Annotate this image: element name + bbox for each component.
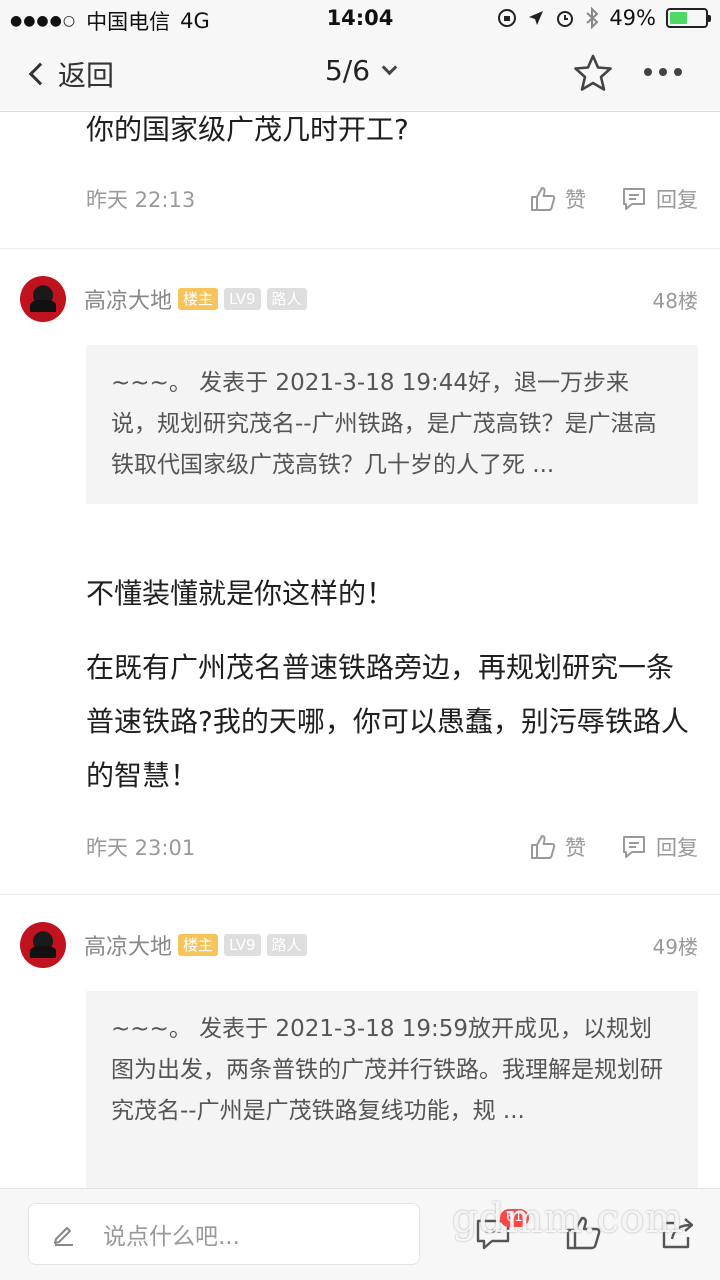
battery-icon (666, 8, 711, 28)
reply-button[interactable]: 回复 (620, 832, 698, 862)
reply-button[interactable]: 回复 (620, 184, 698, 214)
more-icon[interactable] (644, 68, 682, 76)
alarm-icon (557, 11, 574, 27)
star-icon[interactable] (572, 52, 614, 94)
thumbs-up-icon (531, 835, 556, 859)
level-badge: LV9 (224, 288, 261, 310)
status-bar: ●●●●○ 中国电信 4G 14:04 49% (0, 0, 720, 40)
location-arrow-icon (529, 11, 544, 25)
owner-badge: 楼主 (178, 934, 219, 956)
like-button[interactable]: 赞 (529, 184, 586, 214)
comment-placeholder: 说点什么吧... (103, 1224, 240, 1250)
bottom-bar: 说点什么吧... 61 (0, 1188, 720, 1280)
previous-post: 你的国家级广茂几时开工? 昨天 22:13 赞 回复 (0, 113, 720, 249)
nav-bar: 返回 5/6 (0, 40, 720, 112)
dropdown-chevron-icon (381, 59, 398, 76)
rotation-lock-icon (498, 9, 517, 27)
like-button[interactable]: 赞 (529, 832, 586, 862)
quoted-reply[interactable]: ~~~。 发表于 2021-3-18 19:44好，退一万步来说，规划研究茂名-… (86, 345, 698, 504)
username[interactable]: 高凉大地 (84, 283, 172, 315)
post-time: 昨天 22:13 (86, 188, 196, 212)
title-badge: 路人 (266, 288, 307, 310)
share-icon[interactable] (658, 1213, 698, 1253)
comment-count-badge: 61 (500, 1209, 529, 1227)
post-text: 你的国家级广茂几时开工? (86, 113, 409, 146)
post-time: 昨天 23:01 (86, 836, 196, 860)
reply-label: 回复 (656, 188, 698, 212)
avatar[interactable] (20, 922, 66, 968)
owner-badge: 楼主 (178, 288, 219, 310)
comment-icon (623, 188, 645, 210)
reply-paragraph: 不懂装懂就是你这样的！ (86, 577, 395, 610)
reply-body: 不懂装懂就是你这样的！ 在既有广州茂名普速铁路旁边，再规划研究一条普速铁路?我的… (86, 567, 698, 803)
reply-label: 回复 (656, 836, 698, 860)
like-label: 赞 (565, 836, 586, 860)
battery-level-fill (670, 12, 687, 24)
quoted-reply[interactable]: ~~~。 发表于 2021-3-18 19:59放开成见，以规划图为出发，两条普… (86, 991, 698, 1188)
reply-item: 高凉大地 楼主 LV9 路人 49楼 ~~~。 发表于 2021-3-18 19… (0, 895, 720, 1188)
reply-item: 高凉大地 楼主 LV9 路人 48楼 ~~~。 发表于 2021-3-18 19… (0, 249, 720, 895)
reply-paragraph: 在既有广州茂名普速铁路旁边，再规划研究一条普速铁路?我的天哪，你可以愚蠢，别污辱… (86, 651, 689, 792)
pencil-icon (54, 1227, 73, 1246)
avatar[interactable] (20, 276, 66, 322)
floor-number: 49楼 (652, 934, 698, 959)
thumbs-up-icon (531, 187, 556, 211)
level-badge: LV9 (224, 934, 261, 956)
thumbs-up-icon[interactable] (564, 1213, 604, 1253)
bluetooth-icon (586, 7, 599, 29)
like-label: 赞 (565, 188, 586, 212)
title-badge: 路人 (266, 934, 307, 956)
page-selector[interactable]: 5/6 (324, 54, 398, 87)
floor-number: 48楼 (652, 288, 698, 313)
battery-percent: 49% (609, 6, 656, 30)
username[interactable]: 高凉大地 (84, 929, 172, 961)
comment-input[interactable]: 说点什么吧... (28, 1203, 420, 1265)
thread-content: 你的国家级广茂几时开工? 昨天 22:13 赞 回复 高凉大地 楼主 LV9 路… (0, 113, 720, 1188)
comment-icon (623, 836, 645, 858)
page-indicator: 5/6 (324, 54, 371, 87)
